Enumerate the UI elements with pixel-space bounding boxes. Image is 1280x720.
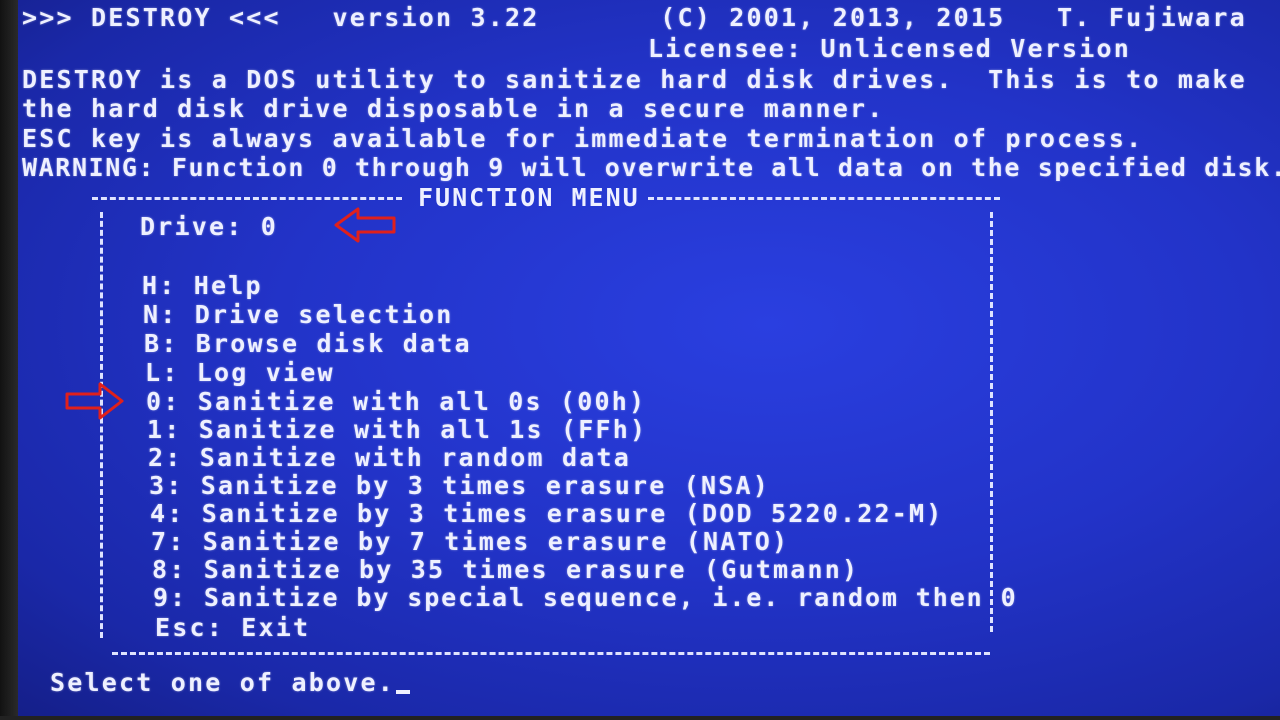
menu-item-exit[interactable]: Esc: Exit xyxy=(155,613,310,642)
left-arrow-icon xyxy=(334,207,396,243)
menu-item-sanitize-ones[interactable]: 1: Sanitize with all 1s (FFh) xyxy=(147,415,647,444)
menu-item-sanitize-nsa[interactable]: 3: Sanitize by 3 times erasure (NSA) xyxy=(149,471,770,500)
menu-top-border-left xyxy=(92,197,402,200)
text-cursor[interactable] xyxy=(396,690,410,694)
description-line-1: DESTROY is a DOS utility to sanitize har… xyxy=(22,65,1247,94)
menu-item-drive-selection[interactable]: N: Drive selection xyxy=(143,300,454,329)
menu-item-sanitize-nato[interactable]: 7: Sanitize by 7 times erasure (NATO) xyxy=(151,527,789,556)
menu-title: FUNCTION MENU xyxy=(418,183,640,212)
dos-screen: >>> DESTROY <<< version 3.22 (C) 2001, 2… xyxy=(0,0,1280,720)
menu-item-sanitize-random[interactable]: 2: Sanitize with random data xyxy=(148,443,631,472)
menu-item-help[interactable]: H: Help xyxy=(142,271,263,300)
menu-item-sanitize-zeros[interactable]: 0: Sanitize with all 0s (00h) xyxy=(146,387,646,416)
menu-item-sanitize-gutmann[interactable]: 8: Sanitize by 35 times erasure (Gutmann… xyxy=(152,555,859,584)
menu-right-border xyxy=(990,212,993,632)
warning-line: WARNING: Function 0 through 9 will overw… xyxy=(22,153,1280,182)
menu-item-sanitize-special[interactable]: 9: Sanitize by special sequence, i.e. ra… xyxy=(153,583,1018,612)
prompt-text: Select one of above. xyxy=(50,668,396,697)
menu-item-log-view[interactable]: L: Log view xyxy=(145,358,335,387)
esc-info-line: ESC key is always available for immediat… xyxy=(22,124,1144,153)
title-line: >>> DESTROY <<< version 3.22 (C) 2001, 2… xyxy=(22,3,1247,32)
menu-item-sanitize-dod[interactable]: 4: Sanitize by 3 times erasure (DOD 5220… xyxy=(150,499,944,528)
right-arrow-icon xyxy=(65,382,124,420)
menu-left-border xyxy=(100,212,103,638)
monitor-bezel xyxy=(0,0,18,720)
menu-bottom-border xyxy=(112,652,990,655)
menu-top-border-right xyxy=(648,197,1000,200)
menu-item-browse-disk[interactable]: B: Browse disk data xyxy=(144,329,472,358)
monitor-bezel-bottom xyxy=(0,716,1280,720)
description-line-2: the hard disk drive disposable in a secu… xyxy=(22,94,885,123)
drive-indicator: Drive: 0 xyxy=(140,212,279,241)
licensee-line: Licensee: Unlicensed Version xyxy=(648,34,1132,63)
